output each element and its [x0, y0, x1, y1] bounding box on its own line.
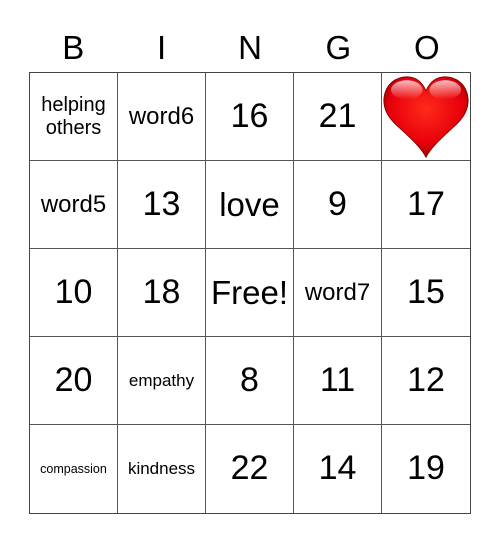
bingo-cell[interactable]: compassion: [30, 425, 118, 513]
bingo-cell[interactable]: word6: [118, 73, 206, 161]
cell-text: 13: [142, 184, 181, 223]
bingo-cell[interactable]: love: [206, 161, 294, 249]
cell-text: love: [219, 185, 280, 223]
bingo-cell[interactable]: 17: [382, 161, 470, 249]
cell-text: word5: [40, 190, 107, 218]
cell-text: 8: [240, 360, 259, 399]
bingo-cell[interactable]: 21: [294, 73, 382, 161]
cell-text: empathy: [128, 370, 195, 390]
header-letter-g: G: [325, 29, 352, 66]
bingo-cell-free[interactable]: Free!: [206, 249, 294, 337]
bingo-cell[interactable]: kindness: [118, 425, 206, 513]
cell-text: 19: [407, 449, 445, 488]
heart-icon: [382, 75, 470, 159]
cell-text: 22: [230, 449, 269, 488]
bingo-cell[interactable]: word5: [30, 161, 118, 249]
bingo-cell[interactable]: 14: [294, 425, 382, 513]
cell-text: 9: [328, 184, 347, 223]
bingo-cell[interactable]: 12: [382, 337, 470, 425]
bingo-cell[interactable]: 22: [206, 425, 294, 513]
cell-text: 17: [407, 184, 445, 223]
cell-text: 18: [142, 272, 181, 311]
bingo-cell[interactable]: 10: [30, 249, 118, 337]
bingo-cell[interactable]: 18: [118, 249, 206, 337]
cell-text: 14: [318, 449, 357, 488]
bingo-cell[interactable]: 9: [294, 161, 382, 249]
cell-text: 21: [318, 96, 357, 135]
bingo-cell[interactable]: 16: [206, 73, 294, 161]
bingo-cell[interactable]: word7: [294, 249, 382, 337]
bingo-header: B I N G O: [29, 26, 471, 70]
bingo-cell[interactable]: 15: [382, 249, 470, 337]
cell-text: Free!: [210, 273, 289, 311]
bingo-board: helping others word6 16 21 word5 13 love…: [29, 72, 471, 514]
bingo-cell[interactable]: helping others: [30, 73, 118, 161]
bingo-cell[interactable]: 20: [30, 337, 118, 425]
header-letter-n: N: [238, 29, 262, 66]
cell-text: kindness: [127, 459, 196, 479]
cell-text: helping others: [41, 93, 106, 139]
bingo-cell-heart[interactable]: [382, 73, 470, 161]
cell-text: word7: [304, 278, 371, 306]
bingo-cell[interactable]: 19: [382, 425, 470, 513]
cell-text: word6: [128, 102, 195, 130]
cell-text: 20: [54, 360, 93, 399]
cell-text: 10: [54, 272, 93, 311]
cell-text: 15: [407, 272, 445, 311]
header-letter-i: I: [157, 29, 167, 66]
header-letter-b: B: [62, 29, 85, 66]
bingo-cell[interactable]: 8: [206, 337, 294, 425]
cell-text: 16: [230, 96, 269, 135]
bingo-cell[interactable]: 13: [118, 161, 206, 249]
cell-text: compassion: [40, 461, 107, 476]
header-letter-o: O: [413, 29, 440, 66]
cell-text: 11: [319, 360, 356, 399]
bingo-cell[interactable]: 11: [294, 337, 382, 425]
cell-text: 12: [407, 360, 445, 399]
bingo-cell[interactable]: empathy: [118, 337, 206, 425]
